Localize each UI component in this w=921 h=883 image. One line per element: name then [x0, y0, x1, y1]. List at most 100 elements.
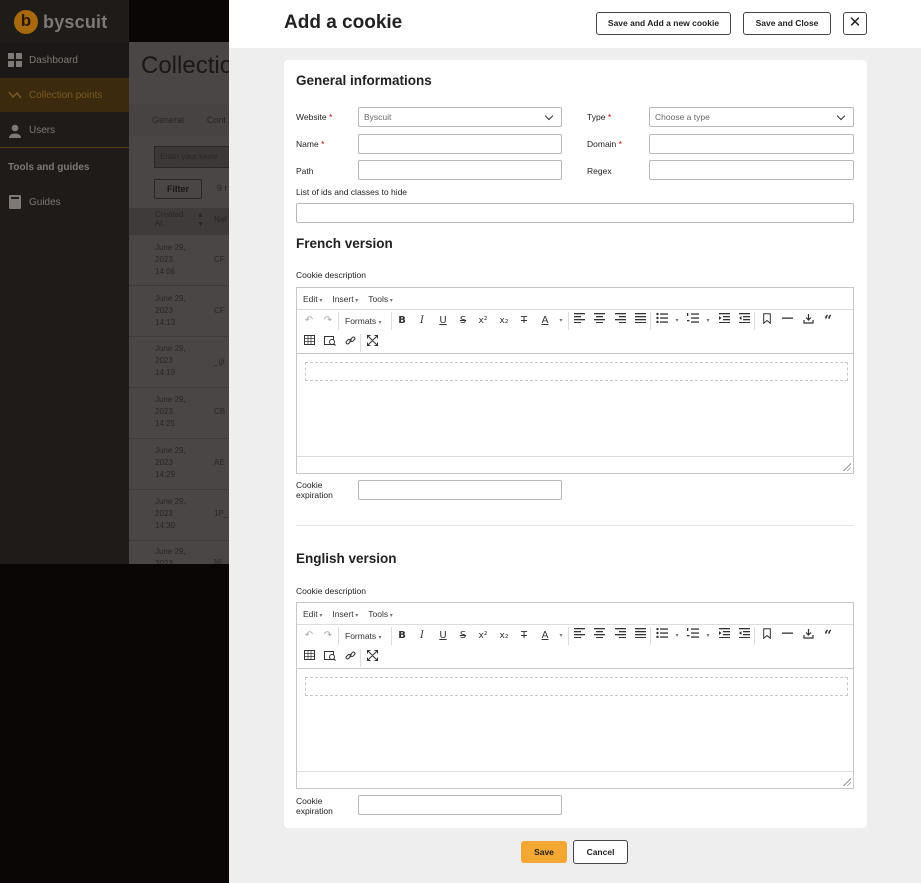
align-justify-icon[interactable] — [632, 628, 648, 644]
french-expiration-input[interactable] — [358, 480, 562, 500]
bullet-list-icon[interactable] — [654, 627, 670, 644]
bullet-list-icon[interactable] — [654, 312, 670, 329]
save-and-add-new-button[interactable]: Save and Add a new cookie — [596, 12, 731, 35]
underline-icon[interactable]: U — [435, 628, 451, 644]
align-left-icon[interactable] — [571, 628, 587, 644]
horizontal-rule-icon[interactable] — [779, 313, 795, 329]
bold-icon[interactable]: B — [394, 313, 410, 329]
resize-handle-icon[interactable] — [843, 778, 851, 786]
row-date: June 29, 2023 14:25 — [155, 395, 186, 428]
sort-icon: ▲ ▼ — [197, 212, 204, 228]
bookmark-icon[interactable] — [759, 313, 775, 329]
regex-input[interactable] — [649, 160, 854, 180]
sidebar-item-users[interactable]: Users — [0, 114, 129, 148]
clear-formatting-icon[interactable]: T — [516, 313, 532, 329]
outdent-icon[interactable] — [716, 628, 732, 644]
hide-list-input[interactable] — [296, 203, 854, 223]
sidebar-item-dashboard[interactable]: Dashboard — [0, 43, 129, 77]
undo-icon[interactable]: ↶ — [301, 628, 317, 644]
toolbar-separator — [568, 312, 569, 330]
domain-input[interactable] — [649, 134, 854, 154]
blockquote-icon[interactable]: “ — [820, 313, 836, 329]
sidebar-item-collection-points[interactable]: Collection points — [0, 78, 129, 112]
text-color-dropdown-icon[interactable]: ▾ — [553, 313, 569, 329]
clear-formatting-icon[interactable]: T — [516, 628, 532, 644]
link-icon[interactable] — [342, 650, 358, 666]
undo-icon[interactable]: ↶ — [301, 313, 317, 329]
save-button[interactable]: Save — [521, 841, 567, 863]
subscript-icon[interactable]: x₂ — [496, 313, 512, 329]
align-center-icon[interactable] — [591, 313, 607, 329]
tab-cont: Cont — [207, 115, 227, 125]
editor-menubar: Edit Insert Tools — [297, 288, 853, 310]
formats-dropdown[interactable]: Formats ▾ — [345, 631, 382, 641]
align-justify-icon[interactable] — [632, 313, 648, 329]
type-label: Type * — [587, 112, 612, 122]
menu-edit[interactable]: Edit — [303, 609, 322, 619]
align-right-icon[interactable] — [612, 313, 628, 329]
name-input[interactable] — [358, 134, 562, 154]
strikethrough-icon[interactable]: S — [455, 628, 471, 644]
sidebar-item-guides[interactable]: Guides — [0, 185, 129, 219]
type-select[interactable]: Choose a type — [649, 107, 854, 127]
indent-icon[interactable] — [736, 628, 752, 644]
align-right-icon[interactable] — [612, 628, 628, 644]
numbered-list-dropdown-icon[interactable]: ▾ — [700, 628, 716, 644]
background-filter-button: Filter — [154, 179, 202, 199]
cancel-button[interactable]: Cancel — [573, 840, 628, 864]
fullscreen-icon[interactable] — [364, 335, 380, 351]
resize-handle-icon[interactable] — [843, 463, 851, 471]
numbered-list-icon[interactable] — [685, 313, 701, 329]
subscript-icon[interactable]: x₂ — [496, 628, 512, 644]
underline-icon[interactable]: U — [435, 313, 451, 329]
menu-tools[interactable]: Tools — [368, 294, 393, 304]
fullscreen-icon[interactable] — [364, 650, 380, 666]
insert-file-icon[interactable] — [800, 628, 816, 644]
formats-dropdown[interactable]: Formats ▾ — [345, 316, 382, 326]
menu-tools[interactable]: Tools — [368, 609, 393, 619]
text-color-icon[interactable]: A — [537, 628, 553, 644]
text-color-dropdown-icon[interactable]: ▾ — [553, 628, 569, 644]
image-manager-icon[interactable] — [322, 335, 338, 351]
english-expiration-input[interactable] — [358, 795, 562, 815]
insert-file-icon[interactable] — [800, 313, 816, 329]
menu-insert[interactable]: Insert — [332, 294, 358, 304]
sidebar: b byscuit Dashboard Collection points Us… — [0, 0, 129, 564]
sidebar-item-label: Collection points — [29, 89, 103, 101]
path-input[interactable] — [358, 160, 562, 180]
horizontal-rule-icon[interactable] — [779, 628, 795, 644]
superscript-icon[interactable]: x² — [475, 628, 491, 644]
numbered-list-dropdown-icon[interactable]: ▾ — [700, 313, 716, 329]
redo-icon[interactable]: ↷ — [320, 628, 336, 644]
close-icon[interactable]: ✕ — [843, 12, 867, 35]
strikethrough-icon[interactable]: S — [455, 313, 471, 329]
row-code: CF — [214, 255, 225, 264]
numbered-list-icon[interactable] — [685, 628, 701, 644]
editor-content-area[interactable] — [305, 362, 848, 381]
editor-content-area[interactable] — [305, 677, 848, 696]
website-select[interactable]: Byscuit — [358, 107, 562, 127]
indent-icon[interactable] — [736, 313, 752, 329]
table-icon[interactable] — [301, 335, 317, 351]
bookmark-icon[interactable] — [759, 628, 775, 644]
menu-insert[interactable]: Insert — [332, 609, 358, 619]
sidebar-section-title: Tools and guides — [8, 162, 90, 173]
menu-edit[interactable]: Edit — [303, 294, 322, 304]
superscript-icon[interactable]: x² — [475, 313, 491, 329]
italic-icon[interactable]: I — [414, 313, 430, 329]
collection-points-icon — [8, 88, 22, 102]
table-icon[interactable] — [301, 650, 317, 666]
bullet-list-dropdown-icon[interactable]: ▾ — [669, 628, 685, 644]
save-and-close-button[interactable]: Save and Close — [743, 12, 831, 35]
bold-icon[interactable]: B — [394, 628, 410, 644]
text-color-icon[interactable]: A — [537, 313, 553, 329]
link-icon[interactable] — [342, 335, 358, 351]
blockquote-icon[interactable]: “ — [820, 628, 836, 644]
align-left-icon[interactable] — [571, 313, 587, 329]
redo-icon[interactable]: ↷ — [320, 313, 336, 329]
outdent-icon[interactable] — [716, 313, 732, 329]
align-center-icon[interactable] — [591, 628, 607, 644]
bullet-list-dropdown-icon[interactable]: ▾ — [669, 313, 685, 329]
image-manager-icon[interactable] — [322, 650, 338, 666]
italic-icon[interactable]: I — [414, 628, 430, 644]
